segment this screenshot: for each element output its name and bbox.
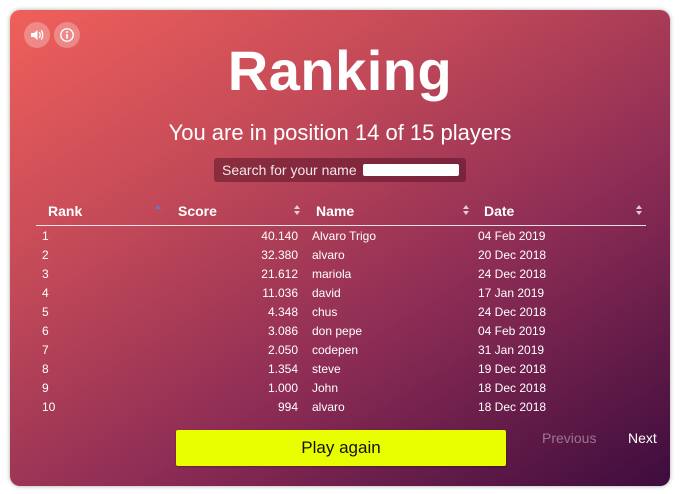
column-header-label: Rank [48,203,83,219]
rank-cell: 8 [42,362,49,376]
rank-cell: 2 [42,248,49,262]
ranking-table: Rank Score Name Date 1 40.140 Alvaro Trigo… [36,202,646,416]
score-cell: 21.612 [261,267,298,281]
score-cell: 40.140 [261,229,298,243]
rank-cell: 1 [42,229,49,243]
name-cell: steve [312,362,341,376]
table-row: 2 32.380 alvaro 20 Dec 2018 [36,245,646,264]
column-header-score[interactable]: Score [166,203,304,221]
table-body: 1 40.140 Alvaro Trigo 04 Feb 2019 2 32.380 al… [36,226,646,416]
rank-cell: 9 [42,381,49,395]
table-row: 5 4.348 chus 24 Dec 2018 [36,302,646,321]
name-cell: Alvaro Trigo [312,229,377,243]
score-cell: 994 [277,400,298,414]
search-input[interactable] [362,164,459,176]
date-cell: 18 Dec 2018 [478,381,547,395]
table-row: 9 1.000 John 18 Dec 2018 [36,378,646,397]
table-row: 6 3.086 don pepe 04 Feb 2019 [36,321,646,340]
column-header-date[interactable]: Date [476,203,646,221]
date-cell: 24 Dec 2018 [478,267,547,281]
name-cell: alvaro [312,400,345,414]
date-cell: 04 Feb 2019 [478,229,546,243]
score-cell: 4.348 [267,305,298,319]
table-row: 3 21.612 mariola 24 Dec 2018 [36,264,646,283]
ranking-panel: Ranking You are in position 14 of 15 pla… [10,10,670,486]
score-cell: 2.050 [267,343,298,357]
score-cell: 1.000 [267,381,298,395]
date-cell: 19 Dec 2018 [478,362,547,376]
score-cell: 11.036 [262,286,298,300]
search-bar: Search for your name [214,158,466,182]
previous-page-button[interactable]: Previous [542,430,596,446]
rank-cell: 4 [42,286,49,300]
date-cell: 18 Dec 2018 [478,400,547,414]
column-header-label: Name [316,203,355,219]
score-cell: 1.354 [267,362,298,376]
date-cell: 17 Jan 2019 [478,286,545,300]
rank-cell: 7 [42,343,49,357]
table-header: Rank Score Name Date [36,202,646,226]
position-summary: You are in position 14 of 15 players [168,120,512,145]
table-row: 7 2.050 codepen 31 Jan 2019 [36,340,646,359]
sort-icon [294,205,302,219]
column-header-rank[interactable]: Rank [36,203,166,221]
table-row: 8 1.354 steve 19 Dec 2018 [36,359,646,378]
sort-icon [636,205,644,219]
page-title: Ranking [227,39,453,102]
score-cell: 32.380 [261,248,298,262]
rank-cell: 6 [42,324,49,338]
column-header-label: Score [178,203,217,219]
date-cell: 04 Feb 2019 [478,324,546,338]
rank-cell: 10 [42,400,56,414]
date-cell: 20 Dec 2018 [478,248,547,262]
name-cell: chus [312,305,338,319]
column-header-label: Date [484,203,515,219]
column-header-name[interactable]: Name [304,203,476,221]
name-cell: codepen [312,343,359,357]
name-cell: alvaro [312,248,345,262]
sort-icon [463,205,471,219]
rank-cell: 3 [42,267,49,281]
search-label: Search for your name [222,162,357,178]
table-row: 1 40.140 Alvaro Trigo 04 Feb 2019 [36,226,646,245]
rank-cell: 5 [42,305,49,319]
table-row: 10 994 alvaro 18 Dec 2018 [36,397,646,416]
name-cell: don pepe [312,324,363,338]
name-cell: mariola [312,267,352,281]
name-cell: John [312,381,339,395]
score-cell: 3.086 [267,324,298,338]
name-cell: david [312,286,341,300]
date-cell: 31 Jan 2019 [478,343,545,357]
date-cell: 24 Dec 2018 [478,305,547,319]
table-row: 4 11.036 david 17 Jan 2019 [36,283,646,302]
next-page-button[interactable]: Next [628,430,657,446]
play-again-button[interactable]: Play again [176,430,506,466]
sort-ascending-icon [155,205,163,219]
